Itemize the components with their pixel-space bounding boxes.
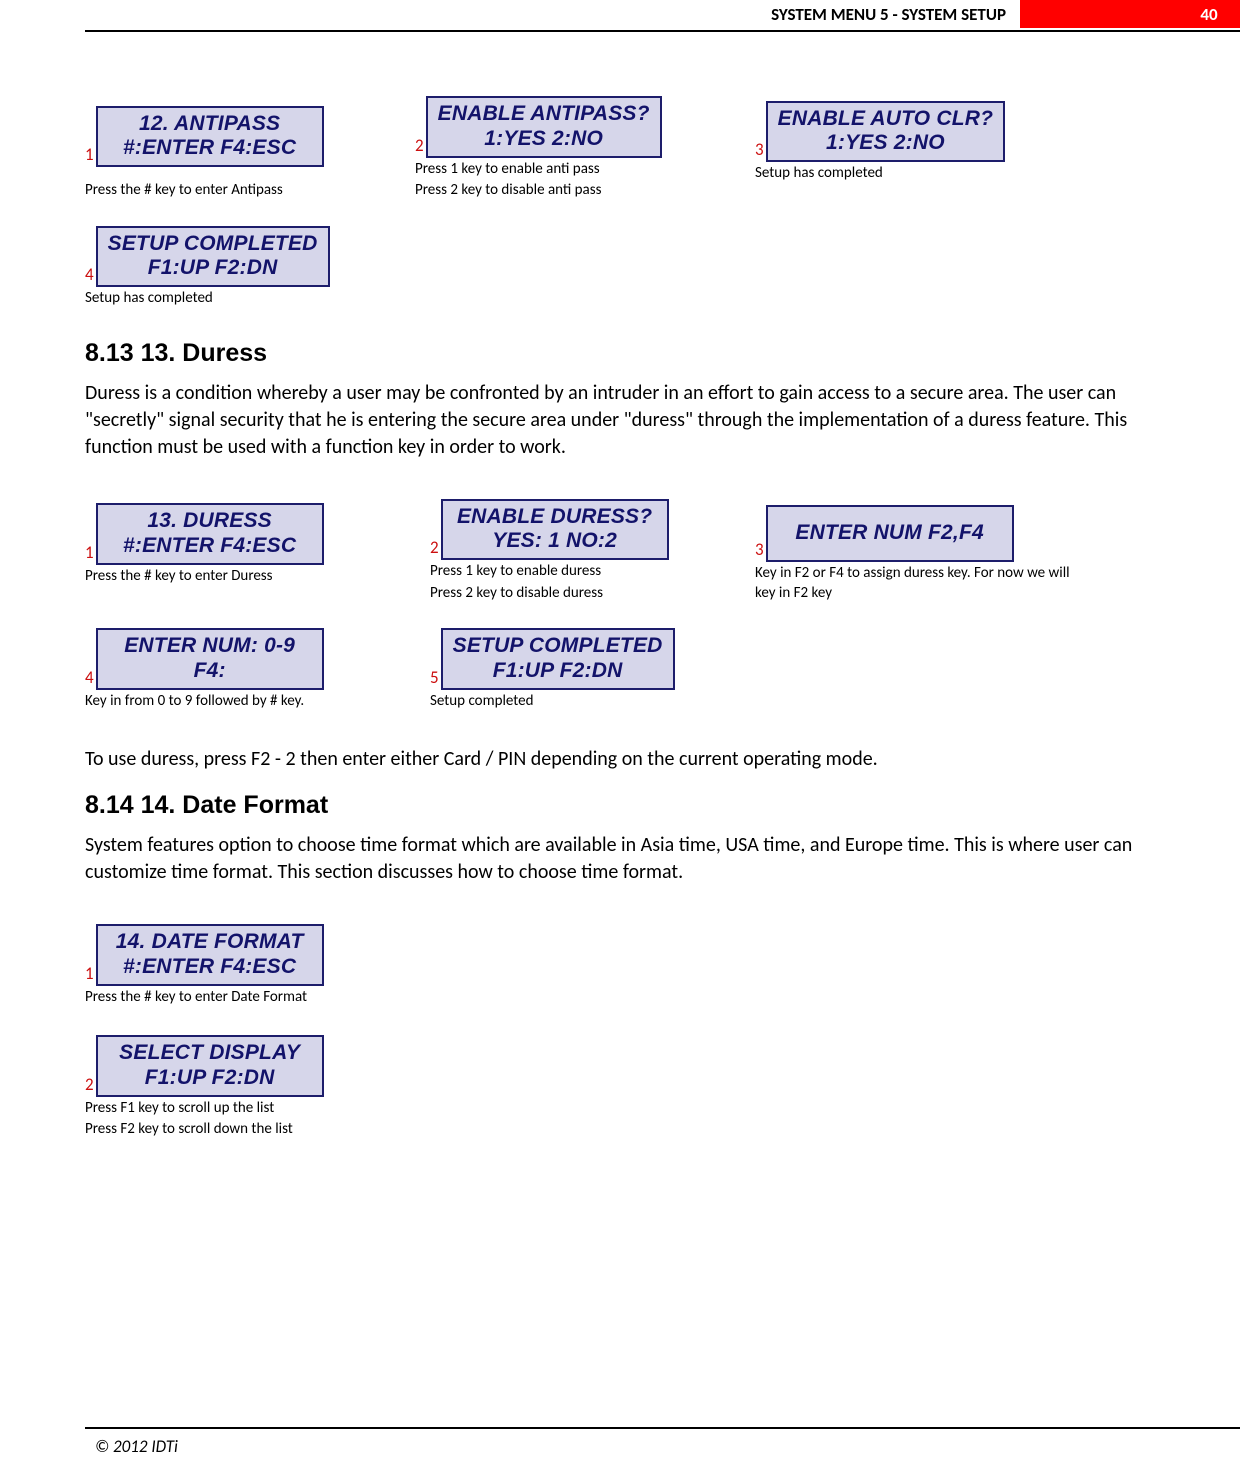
page-header: SYSTEM MENU 5 - SYSTEM SETUP 40 xyxy=(85,0,1155,36)
lcd-line-1: SETUP COMPLETED xyxy=(108,232,318,257)
lcd-display: ENTER NUM F2,F4 xyxy=(766,505,1014,562)
duress-row-2: 4 ENTER NUM: 0-9 F4: Key in from 0 to 9 … xyxy=(85,628,1155,711)
lcd-line-2: 1:YES 2:NO xyxy=(778,131,994,156)
duress-step-2: 2 ENABLE DURESS? YES: 1 NO:2 Press 1 key… xyxy=(430,499,755,604)
step-number: 2 xyxy=(415,135,424,156)
duress-row-1: 1 13. DURESS #:ENTER F4:ESC Press the # … xyxy=(85,499,1155,604)
step-caption: Press the # key to enter Antipass xyxy=(85,181,415,201)
date-format-step-1: 1 14. DATE FORMAT #:ENTER F4:ESC Press t… xyxy=(85,924,430,1007)
step-caption: Setup completed xyxy=(430,692,760,712)
step-caption: Key in F2 or F4 to assign duress key. Fo… xyxy=(755,564,1075,603)
lcd-display: ENABLE AUTO CLR? 1:YES 2:NO xyxy=(766,101,1006,163)
lcd-display: 13. DURESS #:ENTER F4:ESC xyxy=(96,503,324,565)
lcd-display: 14. DATE FORMAT #:ENTER F4:ESC xyxy=(96,924,324,986)
duress-step-5: 5 SETUP COMPLETED F1:UP F2:DN Setup comp… xyxy=(430,628,760,711)
lcd-line-2: F4: xyxy=(108,659,312,684)
step-caption: Setup has completed xyxy=(85,289,415,309)
step-number: 1 xyxy=(85,144,94,165)
antipass-step-3: 3 ENABLE AUTO CLR? 1:YES 2:NO Setup has … xyxy=(755,101,1085,201)
lcd-display: SETUP COMPLETED F1:UP F2:DN xyxy=(441,628,675,690)
duress-step-3: 3 ENTER NUM F2,F4 Key in F2 or F4 to ass… xyxy=(755,505,1095,603)
step-caption: Key in from 0 to 9 followed by # key. xyxy=(85,692,430,712)
antipass-step-2: 2 ENABLE ANTIPASS? 1:YES 2:NO Press 1 ke… xyxy=(415,96,755,201)
duress-step-1: 1 13. DURESS #:ENTER F4:ESC Press the # … xyxy=(85,503,430,603)
antipass-step-1: 1 12. ANTIPASS #:ENTER F4:ESC Press the … xyxy=(85,106,415,201)
lcd-line-1: 12. ANTIPASS xyxy=(108,112,312,137)
lcd-line-1: 14. DATE FORMAT xyxy=(108,930,312,955)
header-border xyxy=(85,30,1240,32)
lcd-line-2: #:ENTER F4:ESC xyxy=(108,534,312,559)
duress-step-4: 4 ENTER NUM: 0-9 F4: Key in from 0 to 9 … xyxy=(85,628,430,711)
step-number: 3 xyxy=(755,139,764,160)
date-format-steps: 1 14. DATE FORMAT #:ENTER F4:ESC Press t… xyxy=(85,924,1155,1140)
step-number: 1 xyxy=(85,542,94,563)
page: SYSTEM MENU 5 - SYSTEM SETUP 40 1 12. AN… xyxy=(0,0,1240,1471)
header-title-text: SYSTEM MENU 5 - SYSTEM SETUP xyxy=(771,4,1006,25)
lcd-display: SETUP COMPLETED F1:UP F2:DN xyxy=(96,226,330,288)
footer-copyright: © 2012 IDTi xyxy=(95,1436,178,1457)
lcd-line-2: F1:UP F2:DN xyxy=(108,256,318,281)
page-number-text: 40 xyxy=(1200,4,1217,25)
lcd-line-1: ENABLE AUTO CLR? xyxy=(778,107,994,132)
lcd-line-2: 1:YES 2:NO xyxy=(438,127,650,152)
duress-paragraph: Duress is a condition whereby a user may… xyxy=(85,380,1155,461)
section-heading-date-format: 8.14 14. Date Format xyxy=(85,791,1155,820)
date-format-paragraph: System features option to choose time fo… xyxy=(85,832,1155,886)
lcd-line-1: SELECT DISPLAY xyxy=(108,1041,312,1066)
antipass-row-2: 4 SETUP COMPLETED F1:UP F2:DN Setup has … xyxy=(85,226,1155,309)
header-page-number: 40 xyxy=(1178,0,1240,28)
lcd-display: ENTER NUM: 0-9 F4: xyxy=(96,628,324,690)
step-number: 4 xyxy=(85,264,94,285)
step-caption: Press the # key to enter Duress xyxy=(85,567,430,587)
lcd-line-2: F1:UP F2:DN xyxy=(453,659,663,684)
step-caption-line-1: Press F1 key to scroll up the list xyxy=(85,1099,430,1119)
step-number: 1 xyxy=(85,963,94,984)
step-caption: Press the # key to enter Date Format xyxy=(85,988,430,1008)
step-caption-line-2: Press F2 key to scroll down the list xyxy=(85,1120,430,1140)
lcd-display: ENABLE DURESS? YES: 1 NO:2 xyxy=(441,499,669,561)
section-heading-duress: 8.13 13. Duress xyxy=(85,339,1155,368)
lcd-line-1: 13. DURESS xyxy=(108,509,312,534)
lcd-line-2: #:ENTER F4:ESC xyxy=(108,955,312,980)
step-caption-line-1: Press 1 key to enable anti pass xyxy=(415,160,755,180)
step-caption-line-2: Press 2 key to disable duress xyxy=(430,584,755,604)
lcd-display: ENABLE ANTIPASS? 1:YES 2:NO xyxy=(426,96,662,158)
step-caption-line-2: Press 2 key to disable anti pass xyxy=(415,181,755,201)
footer-rule xyxy=(85,1427,1240,1429)
lcd-line-2: #:ENTER F4:ESC xyxy=(108,136,312,161)
antipass-step-4: 4 SETUP COMPLETED F1:UP F2:DN Setup has … xyxy=(85,226,415,309)
step-caption-line-1: Press 1 key to enable duress xyxy=(430,562,755,582)
lcd-line-1: ENTER NUM F2,F4 xyxy=(776,521,1004,546)
step-number: 5 xyxy=(430,667,439,688)
antipass-row-1: 1 12. ANTIPASS #:ENTER F4:ESC Press the … xyxy=(85,96,1155,201)
date-format-step-2: 2 SELECT DISPLAY F1:UP F2:DN Press F1 ke… xyxy=(85,1035,430,1140)
lcd-line-1: SETUP COMPLETED xyxy=(453,634,663,659)
lcd-line-1: ENABLE ANTIPASS? xyxy=(438,102,650,127)
step-number: 2 xyxy=(85,1074,94,1095)
lcd-line-2: F1:UP F2:DN xyxy=(108,1066,312,1091)
step-caption: Setup has completed xyxy=(755,164,1085,184)
header-title: SYSTEM MENU 5 - SYSTEM SETUP xyxy=(757,0,1020,28)
step-number: 4 xyxy=(85,667,94,688)
duress-usage-note: To use duress, press F2 - 2 then enter e… xyxy=(85,746,1155,773)
lcd-display: SELECT DISPLAY F1:UP F2:DN xyxy=(96,1035,324,1097)
step-number: 2 xyxy=(430,537,439,558)
lcd-line-1: ENABLE DURESS? xyxy=(453,505,657,530)
step-number: 3 xyxy=(755,539,764,560)
lcd-line-2: YES: 1 NO:2 xyxy=(453,529,657,554)
lcd-display: 12. ANTIPASS #:ENTER F4:ESC xyxy=(96,106,324,168)
lcd-line-1: ENTER NUM: 0-9 xyxy=(108,634,312,659)
